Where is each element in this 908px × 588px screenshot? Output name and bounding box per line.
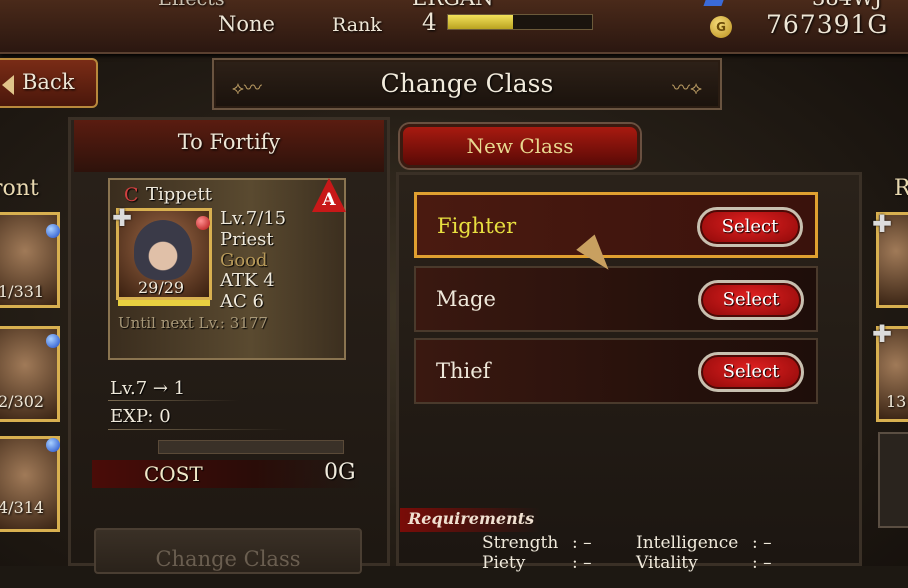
cost-label: COST — [144, 462, 203, 486]
until-next-level: Until next Lv.: 3177 — [118, 314, 268, 332]
character-level: Lv.7/15 — [220, 208, 287, 229]
ornament-right-icon: 〰⟡ — [672, 78, 702, 99]
roster-hp: 13 — [886, 392, 907, 411]
holy-cross-icon: ✚ — [872, 320, 893, 348]
red-gem-icon — [196, 216, 210, 230]
exp-value: EXP: 0 — [110, 406, 171, 427]
character-ac: AC 6 — [220, 291, 264, 312]
req-piety-value: : – — [572, 553, 592, 573]
back-arrow-icon — [2, 75, 14, 95]
character-hp: 29/29 — [138, 278, 185, 297]
req-vitality-value: : – — [752, 553, 772, 573]
holy-cross-icon: ✚ — [112, 204, 133, 232]
roster-hp: 1/331 — [0, 282, 45, 301]
fortify-title: To Fortify — [177, 130, 281, 154]
blue-gem-icon — [46, 438, 60, 452]
class-name: Thief — [436, 359, 491, 383]
cost-bar — [92, 460, 362, 488]
character-name: Tippett — [146, 184, 212, 205]
player-name: ERGAN — [412, 0, 493, 10]
character-alignment: Good — [220, 250, 268, 271]
class-row-mage[interactable]: Mage Select — [414, 266, 818, 332]
select-fighter-button[interactable]: Select — [697, 207, 803, 247]
gold-count: 767391G — [766, 10, 889, 39]
change-class-label: Change Class — [155, 547, 301, 571]
change-class-button[interactable]: Change Class — [94, 528, 362, 574]
req-intelligence-value: : – — [752, 533, 772, 553]
rank-progress-bar — [447, 14, 593, 30]
tab-new-class-label: New Class — [466, 134, 574, 158]
hp-bar — [118, 300, 210, 306]
select-mage-button[interactable]: Select — [698, 280, 804, 320]
roster-hp: 2/302 — [0, 392, 45, 411]
ornament-left-icon: ⟡〰 — [232, 78, 262, 99]
back-label: Back — [22, 70, 75, 94]
rank-label: Rank — [332, 14, 382, 36]
req-intelligence-label: Intelligence — [636, 533, 739, 553]
requirements-label: Requirements — [408, 509, 535, 528]
class-name: Mage — [436, 287, 496, 311]
holy-cross-icon: ✚ — [872, 210, 893, 238]
blue-gem-icon — [46, 224, 60, 238]
back-button[interactable]: Back — [0, 58, 98, 108]
rarity-letter: C — [124, 184, 139, 206]
class-row-thief[interactable]: Thief Select — [414, 338, 818, 404]
divider — [108, 429, 288, 430]
select-thief-button[interactable]: Select — [698, 352, 804, 392]
blue-gem-icon — [46, 334, 60, 348]
roster-hp: 4/314 — [0, 498, 45, 517]
divider — [108, 400, 238, 401]
right-strip-title: R — [894, 176, 908, 201]
tab-new-class[interactable]: New Class — [400, 124, 640, 168]
effects-label: Effects — [158, 0, 225, 10]
req-strength-value: : – — [572, 533, 592, 553]
left-strip-title: ront — [0, 176, 39, 201]
character-class: Priest — [220, 229, 274, 250]
gem-count: 384WJ — [812, 0, 882, 10]
character-atk: ATK 4 — [220, 270, 275, 291]
exp-bar — [158, 440, 344, 454]
class-name: Fighter — [437, 214, 517, 238]
cost-value: 0G — [324, 460, 356, 485]
class-row-fighter[interactable]: Fighter Select — [414, 192, 818, 258]
req-strength-label: Strength — [482, 533, 559, 553]
req-vitality-label: Vitality — [636, 553, 698, 573]
effects-value: None — [218, 12, 275, 36]
level-change: Lv.7 → 1 — [110, 378, 186, 399]
empty-roster-slot[interactable] — [878, 432, 908, 528]
gold-coin-icon: G — [710, 16, 732, 38]
screen-title-banner: ⟡〰 Change Class 〰⟡ — [212, 58, 722, 110]
screen-title: Change Class — [380, 69, 554, 98]
req-piety-label: Piety — [482, 553, 526, 573]
character-face-icon — [134, 220, 192, 280]
rank-value: 4 — [422, 10, 437, 36]
